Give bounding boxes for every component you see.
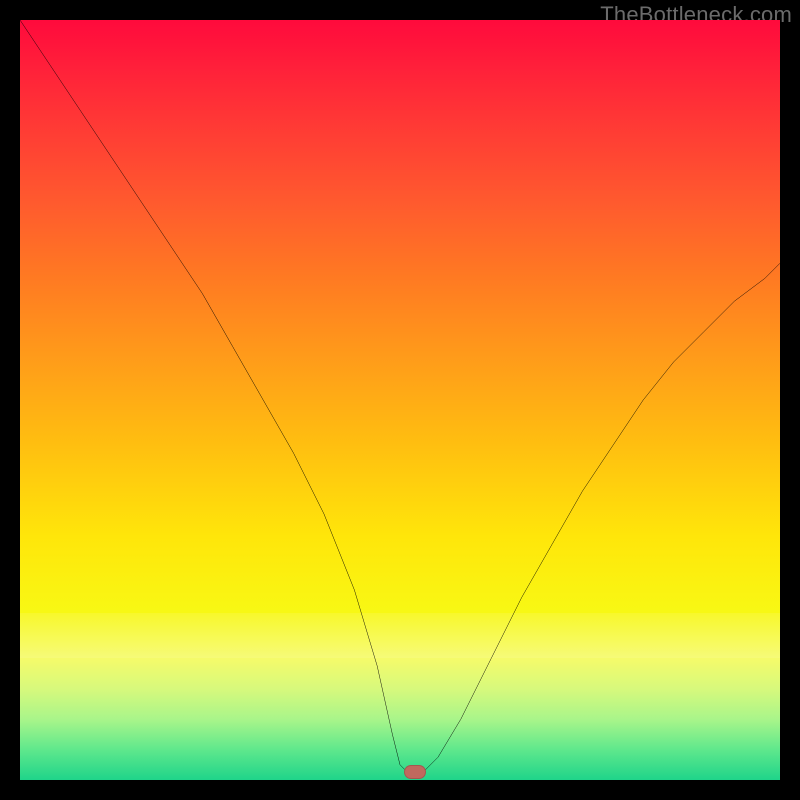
- bottleneck-curve-path: [20, 20, 780, 772]
- curve-svg: [20, 20, 780, 780]
- plot-area: [20, 20, 780, 780]
- chart-frame: TheBottleneck.com: [0, 0, 800, 800]
- optimum-marker: [404, 765, 426, 779]
